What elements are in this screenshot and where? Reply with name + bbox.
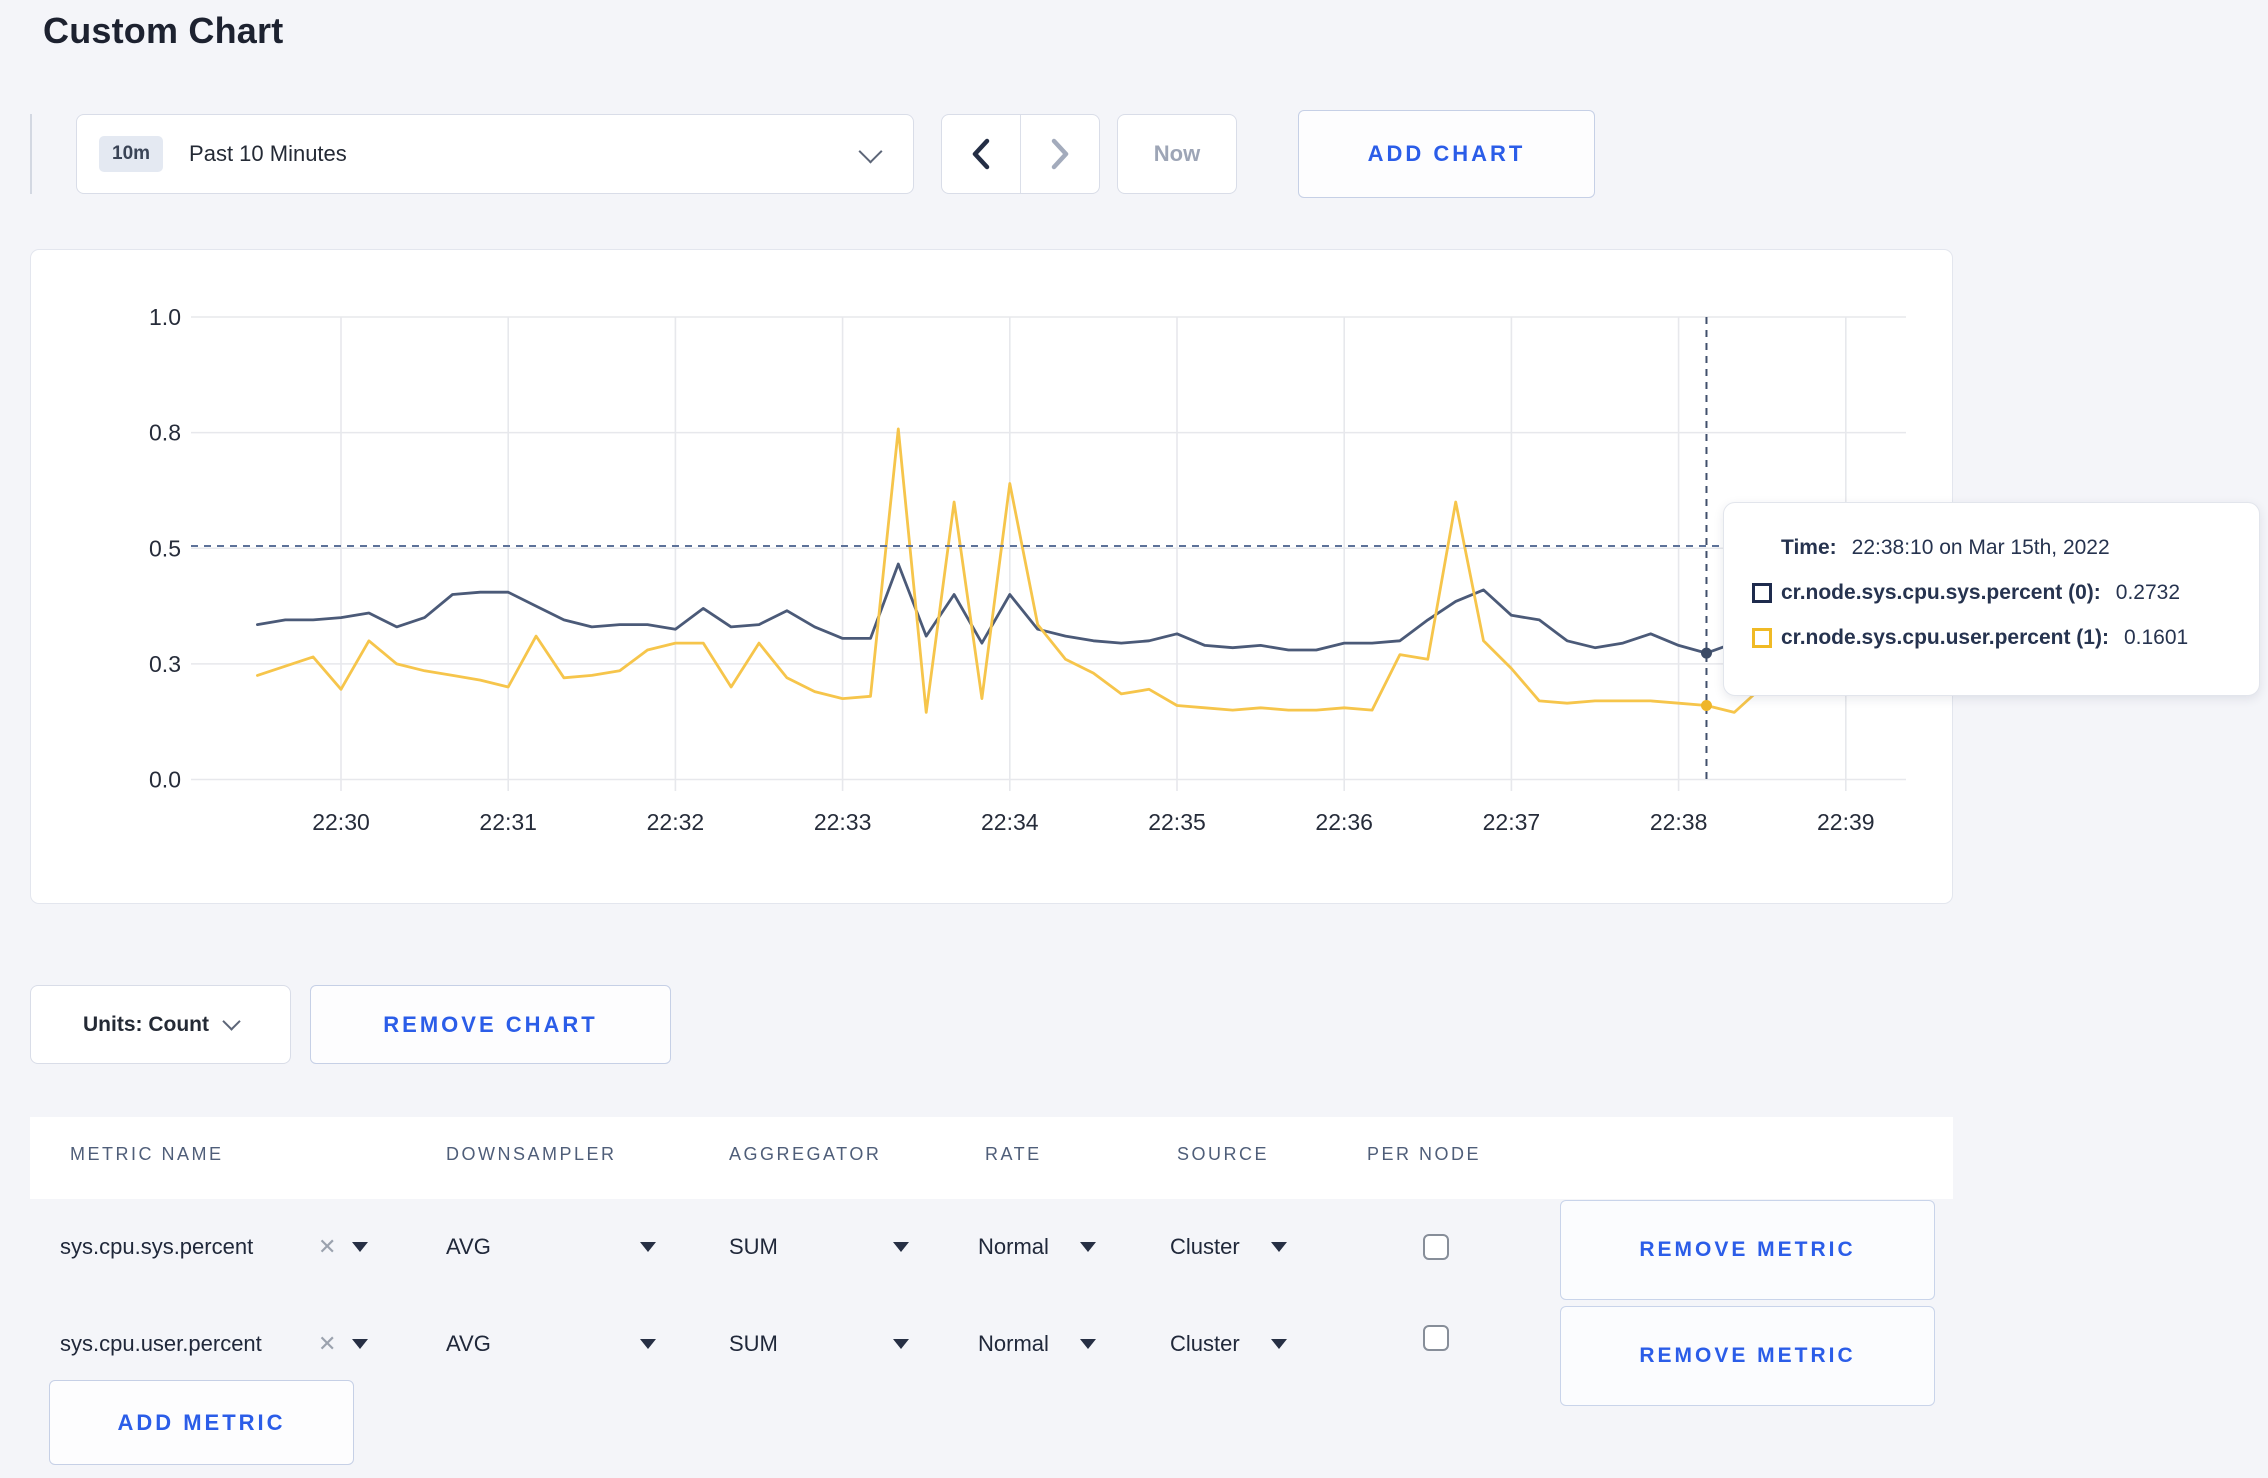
downsampler-select[interactable]: AVG [446,1331,491,1357]
chart-tooltip: Time: 22:38:10 on Mar 15th, 2022 cr.node… [1723,502,2260,696]
timeseries-chart[interactable]: 0.00.30.50.81.0 22:30 22:31 22:32 22:33 22:3… [31,250,1951,902]
units-label: Units: Count [83,1012,209,1036]
column-header-aggregator: AGGREGATOR [729,1144,882,1164]
rate-caret-icon[interactable] [1080,1339,1096,1349]
source-select[interactable]: Cluster [1170,1234,1240,1260]
column-header-rate: RATE [985,1144,1042,1164]
next-window-button[interactable] [1021,115,1099,193]
aggregator-select[interactable]: SUM [729,1234,778,1260]
svg-text:0.5: 0.5 [149,535,181,561]
per-node-checkbox[interactable] [1423,1325,1449,1351]
time-range-badge: 10m [99,136,164,172]
downsampler-select[interactable]: AVG [446,1234,491,1260]
series-swatch-icon [1752,583,1772,603]
clear-metric-x-icon[interactable] [318,1234,336,1260]
rate-select[interactable]: Normal [978,1234,1049,1260]
tooltip-series-value: 0.2732 [2115,581,2181,604]
x-axis-labels: 22:30 22:31 22:32 22:33 22:34 22:35 22:36 22:37… [312,809,1874,835]
units-dropdown[interactable]: Units: Count [30,985,291,1064]
y-axis-labels: 0.0 0.3 0.5 0.8 1.0 [149,304,181,793]
svg-text:1.0: 1.0 [149,304,181,330]
svg-text:0.8: 0.8 [149,420,181,446]
rate-select[interactable]: Normal [978,1331,1049,1357]
source-caret-icon[interactable] [1271,1242,1287,1252]
svg-text:22:36: 22:36 [1315,809,1373,835]
toolbar-divider [30,114,32,194]
svg-text:22:38: 22:38 [1650,809,1708,835]
aggregator-caret-icon[interactable] [893,1242,909,1252]
column-header-downsampler: DOWNSAMPLER [446,1144,617,1164]
now-button[interactable]: Now [1117,114,1237,194]
rate-caret-icon[interactable] [1080,1242,1096,1252]
chevron-right-icon [1051,138,1069,170]
column-header-source: SOURCE [1177,1144,1270,1164]
previous-window-button[interactable] [942,115,1021,193]
chart-card: 0.0 0.3 0.5 0.8 1.0 22:30 22:31 22:32 22:33 22:3… [30,249,1953,904]
svg-text:22:35: 22:35 [1148,809,1206,835]
time-range-dropdown[interactable]: 10m Past 10 Minutes [76,114,914,194]
svg-text:22:39: 22:39 [1817,809,1875,835]
metric-name-dropdown-caret-icon[interactable] [352,1339,368,1349]
svg-text:22:33: 22:33 [814,809,872,835]
aggregator-select[interactable]: SUM [729,1331,778,1357]
vertical-gridlines [340,317,1847,791]
series-lines [255,427,1876,714]
tooltip-series-value: 0.1601 [2123,626,2189,649]
tooltip-series-row: cr.node.sys.cpu.sys.percent (0): 0.2732 [1752,581,2259,605]
add-chart-button[interactable]: ADD CHART [1298,110,1595,198]
metric-name-value[interactable]: sys.cpu.sys.percent [60,1234,253,1260]
metric-name-dropdown-caret-icon[interactable] [352,1242,368,1252]
svg-text:22:30: 22:30 [312,809,370,835]
time-range-label: Past 10 Minutes [189,141,347,166]
horizontal-gridlines [191,316,1906,781]
source-select[interactable]: Cluster [1170,1331,1240,1357]
tooltip-series-row: cr.node.sys.cpu.user.percent (1): 0.1601 [1752,626,2259,650]
series-swatch-icon [1752,628,1772,648]
tooltip-series-label: cr.node.sys.cpu.sys.percent (0): [1781,581,2101,604]
remove-metric-button[interactable]: REMOVE METRIC [1560,1306,1935,1406]
svg-text:0.0: 0.0 [149,767,181,793]
svg-text:22:32: 22:32 [647,809,705,835]
svg-text:0.3: 0.3 [149,651,181,677]
tooltip-series-label: cr.node.sys.cpu.user.percent (1): [1781,626,2109,649]
tooltip-time-row: Time: 22:38:10 on Mar 15th, 2022 [1752,536,2259,560]
aggregator-caret-icon[interactable] [893,1339,909,1349]
tooltip-time-value: 22:38:10 on Mar 15th, 2022 [1851,536,2110,559]
clear-metric-x-icon[interactable] [318,1331,336,1357]
remove-chart-button[interactable]: REMOVE CHART [310,985,671,1064]
downsampler-caret-icon[interactable] [640,1339,656,1349]
chevron-down-icon [222,1012,241,1031]
column-header-per-node: PER NODE [1367,1144,1482,1164]
svg-text:22:37: 22:37 [1483,809,1541,835]
svg-text:22:31: 22:31 [479,809,537,835]
time-window-pager [941,114,1100,194]
page-title: Custom Chart [43,10,284,51]
add-metric-button[interactable]: ADD METRIC [49,1380,354,1465]
column-header-metric-name: METRIC NAME [70,1144,224,1164]
svg-text:22:34: 22:34 [981,809,1039,835]
source-caret-icon[interactable] [1271,1339,1287,1349]
metrics-table-header: METRIC NAME DOWNSAMPLER AGGREGATOR RATE … [30,1117,1953,1199]
per-node-checkbox[interactable] [1423,1234,1449,1260]
metric-name-value[interactable]: sys.cpu.user.percent [60,1331,262,1357]
downsampler-caret-icon[interactable] [640,1242,656,1252]
remove-metric-button[interactable]: REMOVE METRIC [1560,1200,1935,1300]
tooltip-time-label: Time: [1781,536,1837,559]
chevron-down-icon [858,139,883,164]
chevron-left-icon [972,138,990,170]
